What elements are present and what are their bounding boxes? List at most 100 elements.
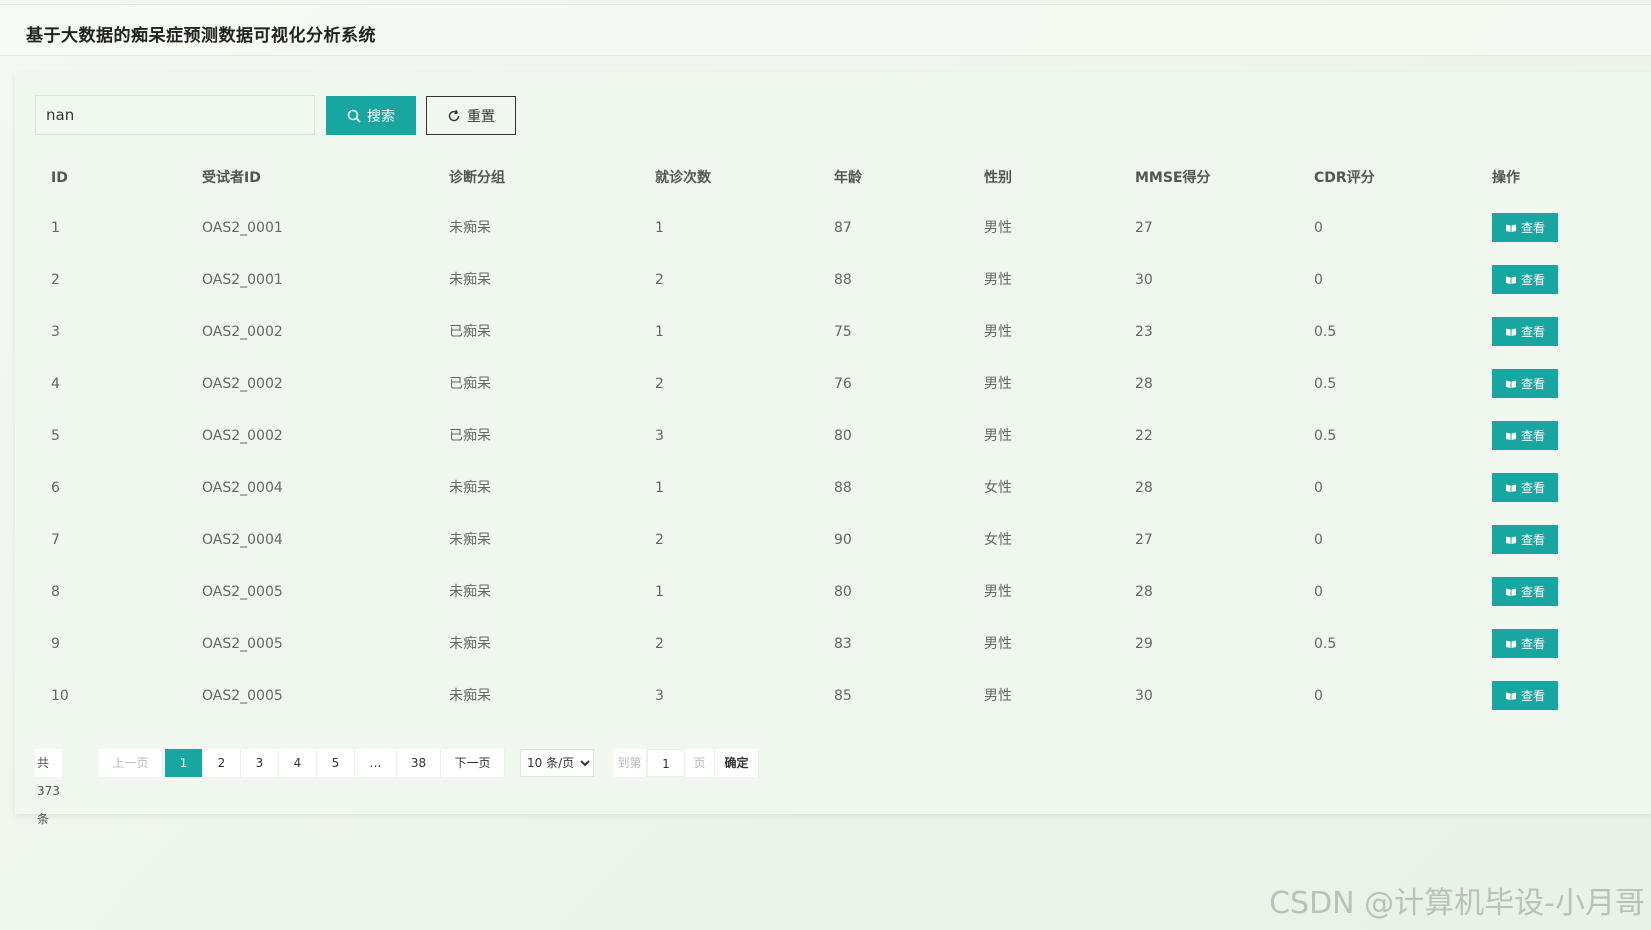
cell-cdr: 0.5 bbox=[1314, 376, 1337, 392]
cell-group: 未痴呆 bbox=[449, 272, 491, 288]
cell-id: 8 bbox=[51, 584, 60, 600]
goto-confirm-button[interactable]: 确定 bbox=[715, 749, 759, 777]
cell-cdr: 0 bbox=[1314, 688, 1323, 704]
cell-cdr: 0 bbox=[1314, 532, 1323, 548]
cell-group: 已痴呆 bbox=[449, 324, 491, 340]
cell-subject-id: OAS2_0001 bbox=[202, 220, 283, 236]
cell-gender: 女性 bbox=[984, 532, 1012, 548]
view-button[interactable]: 查看 bbox=[1492, 369, 1558, 398]
table-header: ID 受试者ID 诊断分组 就诊次数 年龄 性别 MMSE得分 CDR评分 操作 bbox=[35, 150, 1575, 202]
table-row: 1 OAS2_0001 未痴呆 1 87 男性 27 0 查看 bbox=[35, 202, 1575, 254]
table-row: 9 OAS2_0005 未痴呆 2 83 男性 29 0.5 查看 bbox=[35, 618, 1575, 670]
cell-cdr: 0.5 bbox=[1314, 636, 1337, 652]
cell-visit: 1 bbox=[655, 220, 664, 236]
cell-cdr: 0 bbox=[1314, 584, 1323, 600]
book-icon bbox=[1505, 328, 1516, 336]
column-header-gender: 性别 bbox=[984, 170, 1012, 186]
view-button-label: 查看 bbox=[1520, 689, 1545, 703]
cell-mmse: 28 bbox=[1135, 584, 1153, 600]
book-icon bbox=[1505, 276, 1516, 284]
page-size-select[interactable]: 10 条/页 bbox=[520, 749, 594, 777]
column-header-subject-id: 受试者ID bbox=[202, 170, 261, 186]
pagination-ellipsis[interactable]: … bbox=[355, 749, 397, 777]
pagination-page-3[interactable]: 3 bbox=[241, 749, 279, 777]
cell-group: 已痴呆 bbox=[449, 428, 491, 444]
view-button[interactable]: 查看 bbox=[1492, 421, 1558, 450]
cell-visit: 2 bbox=[655, 376, 664, 392]
view-button[interactable]: 查看 bbox=[1492, 265, 1558, 294]
view-button[interactable]: 查看 bbox=[1492, 525, 1558, 554]
cell-visit: 2 bbox=[655, 532, 664, 548]
goto-page-input[interactable]: 1 bbox=[647, 749, 685, 777]
cell-subject-id: OAS2_0005 bbox=[202, 636, 283, 652]
search-button-label: 搜索 bbox=[367, 108, 395, 125]
cell-age: 75 bbox=[834, 324, 852, 340]
view-button-label: 查看 bbox=[1520, 325, 1545, 339]
cell-gender: 男性 bbox=[984, 324, 1012, 340]
view-button[interactable]: 查看 bbox=[1492, 213, 1558, 242]
goto-prefix: 到第 bbox=[613, 749, 647, 777]
column-header-visit: 就诊次数 bbox=[655, 170, 711, 186]
pagination-next[interactable]: 下一页 bbox=[441, 749, 505, 777]
cell-id: 5 bbox=[51, 428, 60, 444]
table-row: 5 OAS2_0002 已痴呆 3 80 男性 22 0.5 查看 bbox=[35, 410, 1575, 462]
cell-id: 7 bbox=[51, 532, 60, 548]
view-button[interactable]: 查看 bbox=[1492, 577, 1558, 606]
cell-subject-id: OAS2_0002 bbox=[202, 324, 283, 340]
pagination-page-5[interactable]: 5 bbox=[317, 749, 355, 777]
watermark: CSDN @计算机毕设-小月哥 bbox=[1269, 886, 1645, 921]
cell-gender: 女性 bbox=[984, 480, 1012, 496]
cell-visit: 3 bbox=[655, 688, 664, 704]
cell-age: 80 bbox=[834, 584, 852, 600]
cell-id: 4 bbox=[51, 376, 60, 392]
view-button[interactable]: 查看 bbox=[1492, 681, 1558, 710]
column-header-age: 年龄 bbox=[834, 170, 862, 186]
pagination-page-last[interactable]: 38 bbox=[397, 749, 441, 777]
book-icon bbox=[1505, 588, 1516, 596]
cell-age: 90 bbox=[834, 532, 852, 548]
pagination-prev[interactable]: 上一页 bbox=[99, 749, 163, 777]
reset-button[interactable]: 重置 bbox=[426, 96, 516, 135]
pagination-page-2[interactable]: 2 bbox=[203, 749, 241, 777]
table-row: 10 OAS2_0005 未痴呆 3 85 男性 30 0 查看 bbox=[35, 670, 1575, 722]
column-header-cdr: CDR评分 bbox=[1314, 170, 1375, 186]
table-row: 8 OAS2_0005 未痴呆 1 80 男性 28 0 查看 bbox=[35, 566, 1575, 618]
pagination-page-4[interactable]: 4 bbox=[279, 749, 317, 777]
cell-gender: 男性 bbox=[984, 220, 1012, 236]
book-icon bbox=[1505, 484, 1516, 492]
cell-visit: 1 bbox=[655, 584, 664, 600]
table-row: 6 OAS2_0004 未痴呆 1 88 女性 28 0 查看 bbox=[35, 462, 1575, 514]
column-header-id: ID bbox=[51, 170, 68, 186]
cell-id: 10 bbox=[51, 688, 69, 704]
search-input[interactable] bbox=[35, 95, 315, 135]
view-button[interactable]: 查看 bbox=[1492, 473, 1558, 502]
cell-visit: 2 bbox=[655, 272, 664, 288]
search-button[interactable]: 搜索 bbox=[326, 96, 416, 135]
table-row: 2 OAS2_0001 未痴呆 2 88 男性 30 0 查看 bbox=[35, 254, 1575, 306]
view-button-label: 查看 bbox=[1520, 481, 1545, 495]
cell-gender: 男性 bbox=[984, 428, 1012, 444]
view-button-label: 查看 bbox=[1520, 221, 1545, 235]
cell-mmse: 27 bbox=[1135, 220, 1153, 236]
view-button[interactable]: 查看 bbox=[1492, 317, 1558, 346]
view-button-label: 查看 bbox=[1520, 377, 1545, 391]
cell-subject-id: OAS2_0002 bbox=[202, 428, 283, 444]
cell-cdr: 0 bbox=[1314, 272, 1323, 288]
pagination-total: 共 373 条 bbox=[35, 749, 62, 826]
view-button-label: 查看 bbox=[1520, 637, 1545, 651]
cell-group: 已痴呆 bbox=[449, 376, 491, 392]
table-body: 1 OAS2_0001 未痴呆 1 87 男性 27 0 查看 2 OAS2_0001 未痴呆 2 88 男… bbox=[35, 202, 1575, 722]
column-header-actions: 操作 bbox=[1492, 170, 1520, 186]
pagination-page-1[interactable]: 1 bbox=[165, 749, 203, 777]
cell-id: 3 bbox=[51, 324, 60, 340]
cell-subject-id: OAS2_0005 bbox=[202, 688, 283, 704]
table-row: 3 OAS2_0002 已痴呆 1 75 男性 23 0.5 查看 bbox=[35, 306, 1575, 358]
view-button[interactable]: 查看 bbox=[1492, 629, 1558, 658]
cell-mmse: 30 bbox=[1135, 272, 1153, 288]
cell-visit: 1 bbox=[655, 480, 664, 496]
column-header-group: 诊断分组 bbox=[449, 170, 505, 186]
cell-mmse: 29 bbox=[1135, 636, 1153, 652]
reset-button-label: 重置 bbox=[467, 108, 495, 125]
cell-gender: 男性 bbox=[984, 688, 1012, 704]
cell-cdr: 0.5 bbox=[1314, 428, 1337, 444]
